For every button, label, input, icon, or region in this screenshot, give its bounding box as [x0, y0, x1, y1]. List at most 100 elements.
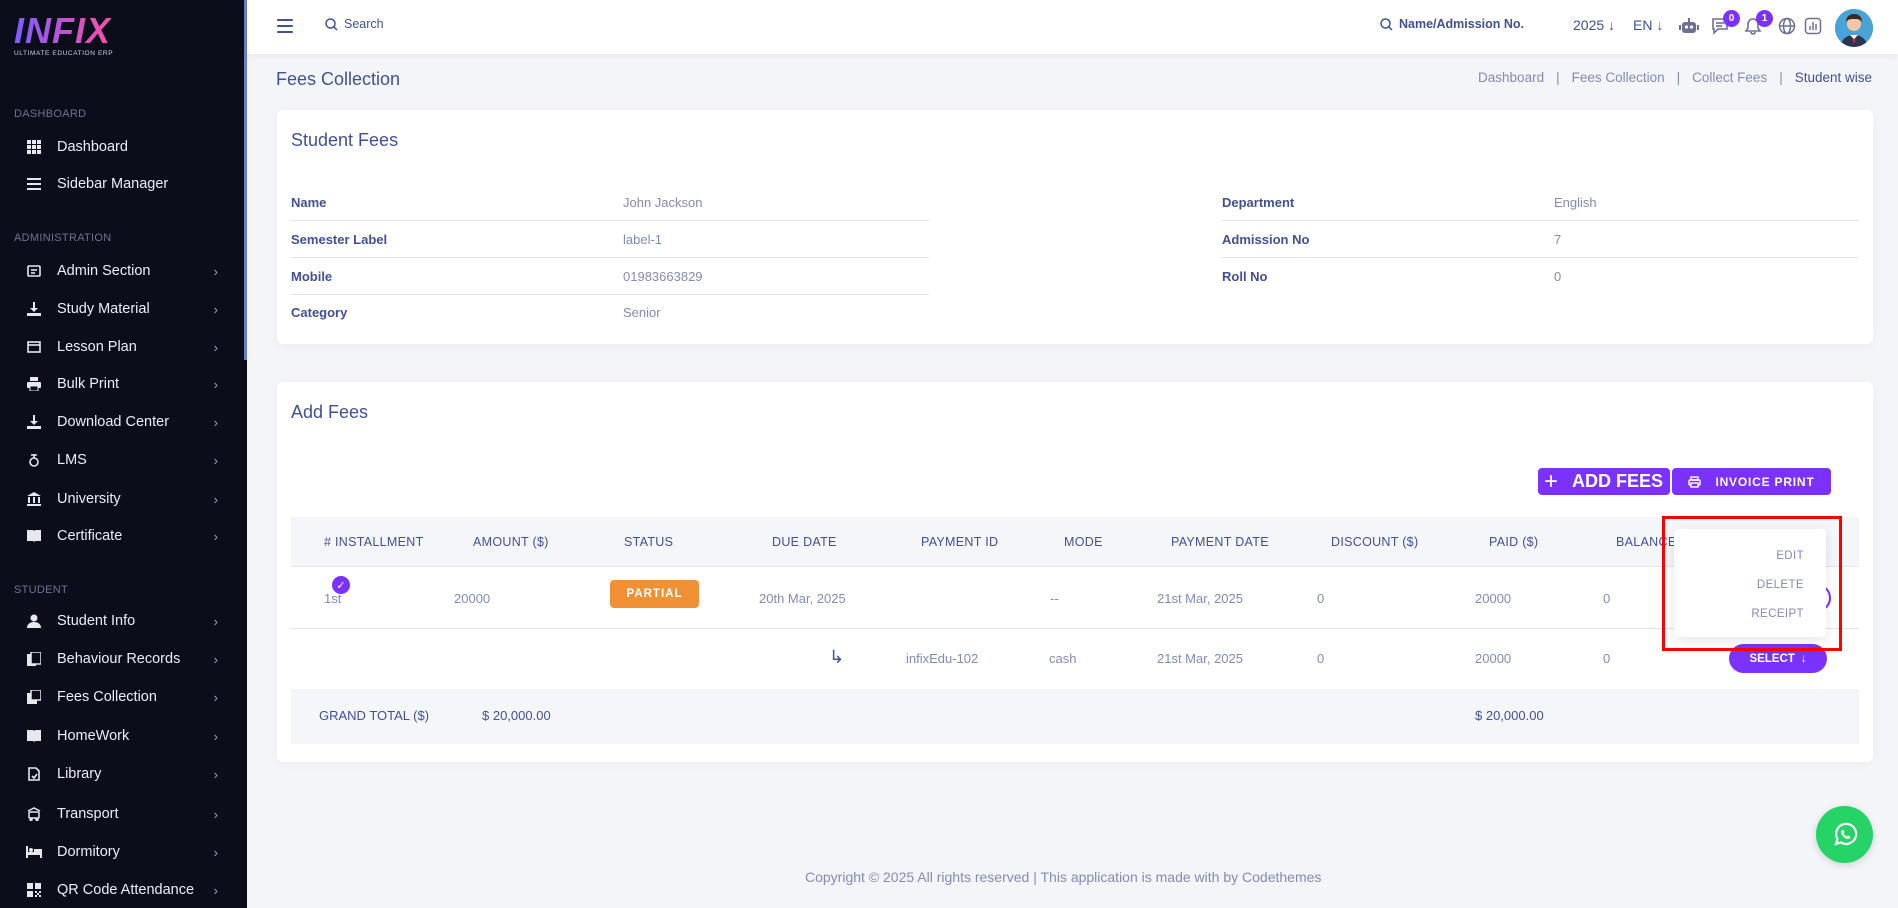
chart-icon[interactable] [1803, 16, 1823, 36]
robot-icon[interactable] [1679, 16, 1699, 36]
add-fees-title: Add Fees [291, 402, 369, 422]
sidebar-item-label: Bulk Print [57, 376, 120, 392]
hamburger-menu-icon[interactable] [277, 19, 293, 33]
info-label: Mobile [291, 268, 333, 284]
logo-tagline: ULTIMATE EDUCATION ERP [14, 50, 114, 57]
search-input[interactable]: Search [325, 17, 384, 31]
info-row-admission-no: Admission No 7 [1222, 221, 1859, 258]
chevron-right-icon: › [213, 376, 218, 392]
invoice-print-button[interactable]: INVOICE PRINT [1672, 468, 1831, 495]
sidebar-item-university[interactable]: University › [0, 483, 240, 515]
bell-icon[interactable]: 1 [1743, 10, 1773, 36]
highlight-box [1662, 516, 1842, 651]
money-icon [26, 689, 42, 705]
logo[interactable]: INFIX ULTIMATE EDUCATION ERP [14, 13, 114, 58]
sidebar-item-label: Fees Collection [57, 689, 157, 705]
info-row-roll-no: Roll No 0 [1222, 258, 1859, 295]
breadcrumb-fees-collection[interactable]: Fees Collection [1572, 70, 1665, 85]
info-row-name: Name John Jackson [291, 184, 929, 221]
sidebar-item-fees-collection[interactable]: Fees Collection › [0, 681, 240, 713]
notification-badge: 1 [1756, 10, 1773, 27]
grand-total-amount: $ 20,000.00 [482, 708, 551, 723]
sidebar-item-lms[interactable]: LMS › [0, 444, 240, 476]
table-header: # INSTALLMENT AMOUNT ($) STATUS DUE DATE… [291, 517, 1859, 567]
column-header: # INSTALLMENT [324, 535, 424, 549]
cell-installment: 1st [324, 591, 342, 606]
breadcrumb-separator: | [1676, 70, 1681, 85]
admin-icon [26, 263, 42, 279]
sidebar-item-label: Student Info [57, 613, 136, 629]
column-header: AMOUNT ($) [473, 535, 549, 549]
sidebar-item-label: Library [57, 766, 102, 782]
sidebar-scrollbar[interactable] [244, 0, 247, 360]
grand-total-label: GRAND TOTAL ($) [319, 708, 430, 723]
cell-discount: 0 [1317, 591, 1325, 606]
printer-icon [1688, 475, 1702, 488]
sidebar-item-student-info[interactable]: Student Info › [0, 605, 240, 637]
logo-text: INFIX [14, 13, 113, 49]
info-row-department: Department English [1222, 184, 1859, 221]
info-label: Department [1222, 194, 1295, 210]
sidebar-item-certificate[interactable]: Certificate › [0, 520, 240, 552]
sidebar-item-study-material[interactable]: Study Material › [0, 293, 240, 325]
arrow-down-icon: ↓ [1608, 17, 1616, 33]
sidebar-item-transport[interactable]: Transport › [0, 798, 240, 830]
info-label: Semester Label [291, 231, 388, 247]
student-fees-card: Student Fees Name John Jackson Semester … [277, 110, 1873, 344]
column-header: DISCOUNT ($) [1331, 535, 1419, 549]
sidebar-item-admin-section[interactable]: Admin Section › [0, 255, 240, 287]
chevron-right-icon: › [213, 806, 218, 822]
breadcrumb-student-wise[interactable]: Student wise [1795, 70, 1872, 85]
grand-total-row: GRAND TOTAL ($) $ 20,000.00 $ 20,000.00 [291, 689, 1859, 744]
chevron-right-icon: › [213, 452, 218, 468]
column-header: PAYMENT DATE [1171, 535, 1269, 549]
breadcrumb-collect-fees[interactable]: Collect Fees [1692, 70, 1767, 85]
sidebar-item-behaviour-records[interactable]: Behaviour Records › [0, 643, 240, 675]
sidebar-item-sidebar-manager[interactable]: Sidebar Manager [0, 168, 240, 200]
info-label: Admission No [1222, 231, 1310, 247]
year-selector[interactable]: 2025 ↓ [1573, 17, 1615, 33]
sidebar-item-homework[interactable]: HomeWork › [0, 720, 240, 752]
chevron-right-icon: › [213, 339, 218, 355]
chevron-right-icon: › [213, 263, 218, 279]
chevron-right-icon: › [213, 766, 218, 782]
avatar[interactable] [1835, 9, 1873, 47]
footer-copyright: Copyright © 2025 All rights reserved | T… [805, 869, 1322, 885]
sidebar-item-label: Behaviour Records [57, 651, 181, 667]
top-header: Search Name/Admission No. 2025 ↓ EN ↓ 0 … [247, 0, 1898, 54]
sidebar: INFIX ULTIMATE EDUCATION ERP DASHBOARD D… [0, 0, 247, 908]
grid-icon [26, 139, 42, 155]
search-icon [325, 17, 338, 31]
search-icon [1380, 17, 1393, 31]
breadcrumb: Dashboard | Fees Collection | Collect Fe… [1478, 70, 1872, 85]
globe-icon[interactable] [1777, 16, 1797, 36]
breadcrumb-dashboard[interactable]: Dashboard [1478, 70, 1544, 85]
chat-icon[interactable]: 0 [1710, 10, 1740, 36]
add-fees-button[interactable]: + ADD FEES [1538, 468, 1670, 495]
book-icon [26, 528, 42, 544]
whatsapp-button[interactable] [1816, 806, 1873, 863]
sidebar-item-qr-code-attendance[interactable]: QR Code Attendance › [0, 874, 240, 906]
info-label: Roll No [1222, 269, 1268, 284]
sidebar-item-dashboard[interactable]: Dashboard [0, 131, 240, 163]
language-selector[interactable]: EN ↓ [1633, 17, 1663, 33]
sidebar-item-lesson-plan[interactable]: Lesson Plan › [0, 331, 240, 363]
sidebar-item-label: LMS [57, 452, 87, 468]
whatsapp-icon [1833, 822, 1857, 846]
cell-balance: 0 [1603, 651, 1611, 666]
sidebar-item-library[interactable]: Library › [0, 758, 240, 790]
cell-balance: 0 [1603, 591, 1611, 606]
user-icon [26, 613, 42, 629]
sidebar-item-download-center[interactable]: Download Center › [0, 406, 240, 438]
library-icon [26, 766, 42, 782]
admission-search-input[interactable]: Name/Admission No. [1380, 17, 1524, 31]
language-value: EN [1633, 17, 1653, 33]
sidebar-item-label: University [57, 491, 121, 507]
cell-mode: -- [1050, 591, 1059, 606]
sidebar-item-dormitory[interactable]: Dormitory › [0, 836, 240, 868]
table-row: ✓ 1st 20000 PARTIAL 20th Mar, 2025 -- 21… [291, 567, 1859, 629]
chevron-right-icon: › [213, 844, 218, 860]
download-icon [26, 301, 42, 317]
sidebar-item-bulk-print[interactable]: Bulk Print › [0, 368, 240, 400]
section-label-administration: ADMINISTRATION [14, 232, 112, 244]
